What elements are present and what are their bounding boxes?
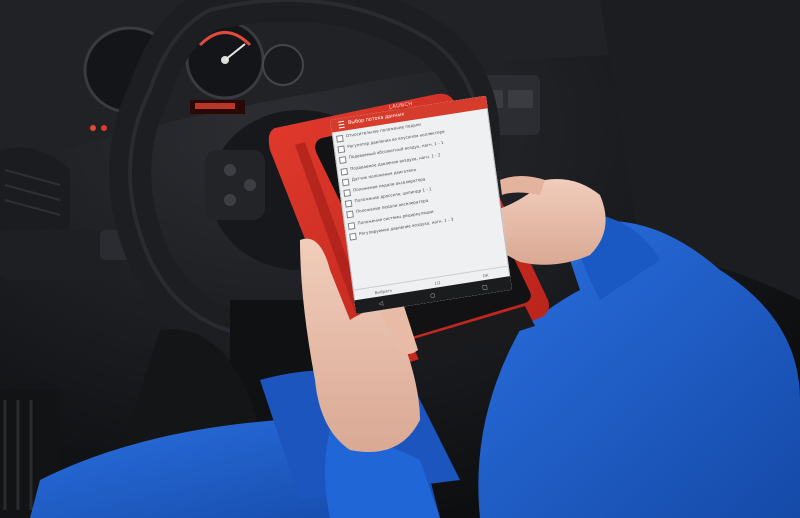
checkbox[interactable] [338,156,347,165]
menu-icon[interactable] [338,120,345,129]
checkbox[interactable] [343,189,351,197]
checkbox[interactable] [336,134,344,143]
ok-button[interactable]: ОК [482,272,488,278]
select-button[interactable]: Выбрать [374,287,392,295]
checkbox[interactable] [349,232,357,241]
checkbox[interactable] [337,145,346,154]
checkbox[interactable] [347,221,356,230]
back-icon[interactable]: ◁ [378,299,383,306]
page-indicator: 1/2 [433,279,441,286]
checkbox[interactable] [341,178,350,187]
recent-apps-icon[interactable]: □ [482,283,488,291]
checkbox[interactable] [340,167,349,176]
home-icon[interactable]: ○ [430,291,436,299]
photo-scene: LAUNCH Выбор потока данных Относительное… [0,0,800,518]
checkbox[interactable] [346,210,354,219]
tablet-screen: Выбор потока данных Относительное положе… [330,95,513,314]
checkbox[interactable] [344,199,353,208]
